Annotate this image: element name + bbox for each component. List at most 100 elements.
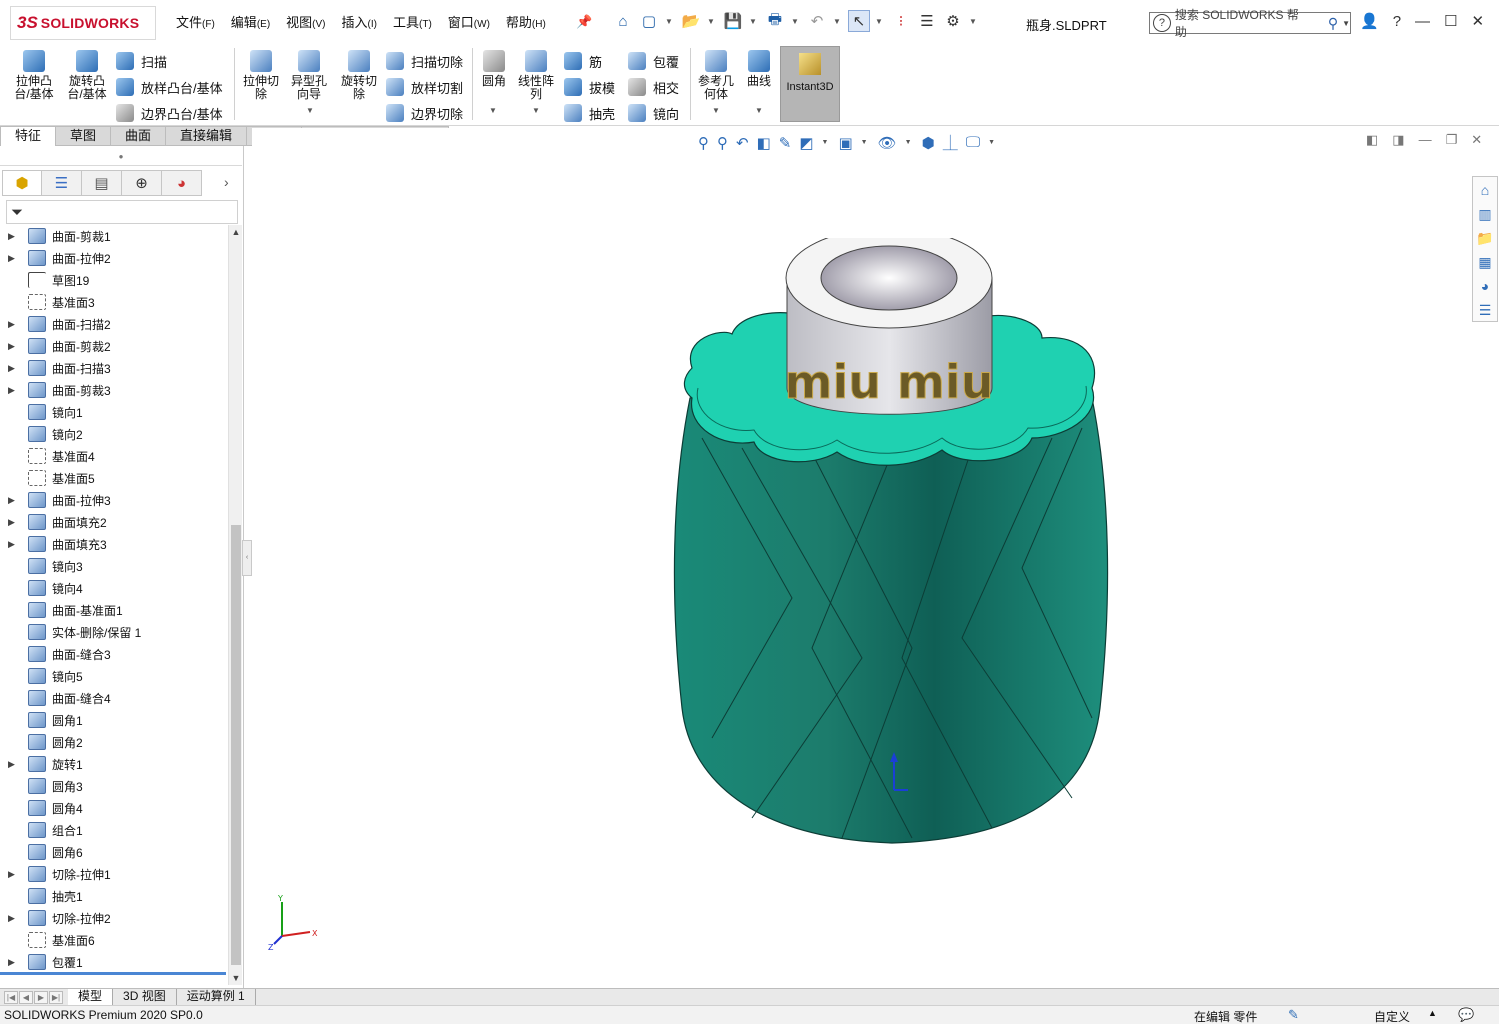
tree-item[interactable]: 基准面3	[0, 291, 228, 313]
tree-item[interactable]: 镜向3	[0, 555, 228, 577]
chevron-down-icon[interactable]: ▼	[905, 139, 912, 146]
expand-arrow-icon[interactable]: ▶	[8, 869, 18, 880]
chevron-down-icon[interactable]: ▼	[988, 139, 995, 146]
close-icon[interactable]: ✕	[1471, 12, 1484, 30]
chevron-down-icon[interactable]: ▼	[790, 10, 800, 32]
tree-item[interactable]: 曲面-缝合3	[0, 643, 228, 665]
menu-item[interactable]: 视图(V)	[286, 12, 325, 31]
tab-3[interactable]: 直接编辑	[166, 126, 248, 146]
tree-item[interactable]: 圆角2	[0, 731, 228, 753]
edit-appearance-icon[interactable]: ⬢	[922, 134, 935, 152]
draft-button[interactable]: 拔模	[564, 74, 615, 100]
tree-item[interactable]: 基准面6	[0, 929, 228, 951]
panel-splitter[interactable]: ‹	[242, 540, 252, 576]
expand-arrow-icon[interactable]: ▶	[8, 495, 18, 506]
tree-item[interactable]: 圆角3	[0, 775, 228, 797]
select-pointer-icon[interactable]: ↖	[848, 10, 870, 32]
tree-item[interactable]: 镜向4	[0, 577, 228, 599]
sweep-cut-button[interactable]: 扫描切除	[386, 48, 463, 74]
instant3d-button[interactable]: Instant3D	[780, 46, 840, 122]
chevron-down-icon[interactable]: ▼	[532, 106, 540, 115]
expand-arrow-icon[interactable]: ▶	[8, 539, 18, 550]
expand-arrow-icon[interactable]: ▶	[8, 759, 18, 770]
chevron-down-icon[interactable]: ▼	[755, 106, 763, 115]
bottom-tab-0[interactable]: 模型	[68, 989, 114, 1005]
expand-arrow-icon[interactable]: ▶	[8, 913, 18, 924]
minimize-icon[interactable]: —	[1419, 132, 1432, 148]
menu-item[interactable]: 帮助(H)	[506, 12, 546, 31]
tree-item[interactable]: 组合1	[0, 819, 228, 841]
scroll-thumb[interactable]	[231, 525, 241, 965]
rebuild-traffic-light-icon[interactable]: ⁝	[890, 10, 912, 32]
property-manager-tab[interactable]: ☰	[42, 170, 82, 196]
menu-item[interactable]: 窗口(W)	[448, 12, 490, 31]
scroll-down-icon[interactable]: ▼	[229, 973, 243, 983]
chevron-down-icon[interactable]: ▼	[1342, 19, 1350, 28]
tree-scrollbar[interactable]: ▲ ▼	[228, 225, 242, 985]
file-properties-icon[interactable]: ☰	[916, 10, 938, 32]
tree-filter-input[interactable]: ⏷	[6, 200, 238, 224]
sweep-button[interactable]: 扫描	[116, 48, 223, 74]
curves-button[interactable]: 曲线	[742, 50, 776, 88]
solidworks-logo[interactable]: 3S SOLIDWORKS	[10, 6, 156, 40]
expand-arrow-icon[interactable]: ▶	[8, 319, 18, 330]
tree-item[interactable]: 基准面4	[0, 445, 228, 467]
bottle-model[interactable]: miu miu	[662, 238, 1122, 878]
fillet-button[interactable]: 圆角	[476, 50, 512, 88]
tree-item[interactable]: 圆角1	[0, 709, 228, 731]
help-icon[interactable]: ?	[1393, 13, 1401, 30]
chevron-down-icon[interactable]: ▼	[664, 10, 674, 32]
chevron-down-icon[interactable]: ▼	[748, 10, 758, 32]
chevron-down-icon[interactable]: ▼	[874, 10, 884, 32]
hole-wizard-button[interactable]: 异型孔向导	[286, 50, 332, 101]
tree-item[interactable]: ▶ 曲面-扫描2	[0, 313, 228, 335]
menu-item[interactable]: 文件(F)	[176, 12, 215, 31]
tree-item[interactable]: ▶ 旋转1	[0, 753, 228, 775]
expand-arrow-icon[interactable]: ▶	[8, 517, 18, 528]
tree-item[interactable]: 圆角4	[0, 797, 228, 819]
maximize-icon[interactable]: ☐	[1444, 12, 1457, 30]
file-explorer-icon[interactable]: 📁	[1474, 227, 1496, 249]
feature-manager-tab[interactable]: ⬢	[2, 170, 42, 196]
bottom-tab-1[interactable]: 3D 视图	[113, 989, 177, 1005]
tree-item[interactable]: ▶ 曲面-剪裁3	[0, 379, 228, 401]
hide-show-items-icon[interactable]: 👁	[878, 134, 897, 152]
chevron-down-icon[interactable]: ▼	[832, 10, 842, 32]
undo-icon[interactable]: ↶	[806, 10, 828, 32]
expand-arrow-icon[interactable]: ▶	[8, 363, 18, 374]
extrude-boss-button[interactable]: 拉伸凸台/基体	[10, 50, 58, 101]
chevron-right-icon[interactable]: ›	[224, 174, 229, 190]
restore-icon[interactable]: ❐	[1446, 132, 1458, 148]
user-icon[interactable]: 👤	[1360, 12, 1379, 30]
graphics-area[interactable]: ⚲ ⚲ ↶ ◧ ✎ ◩ ▼ ▣ ▼ 👁 ▼ ⬢ ⏊ 🖵 ▼ ◧ ◨ — ❐ ✕ …	[252, 128, 1499, 990]
new-document-icon[interactable]: ▢	[638, 10, 660, 32]
display-style-icon[interactable]: ▣	[838, 134, 852, 152]
first-tab-icon[interactable]: |◀	[4, 990, 18, 1004]
intersect-button[interactable]: 相交	[628, 74, 679, 100]
boundary-boss-button[interactable]: 边界凸台/基体	[116, 100, 223, 126]
apply-scene-icon[interactable]: ⏊	[943, 132, 958, 153]
tree-item[interactable]: 草图19	[0, 269, 228, 291]
configuration-manager-tab[interactable]: ▤	[82, 170, 122, 196]
search-icon[interactable]: ⚲	[1328, 15, 1338, 32]
solidworks-resources-icon[interactable]: ⌂	[1474, 179, 1496, 201]
last-tab-icon[interactable]: ▶|	[49, 990, 63, 1004]
tree-item[interactable]: 镜向1	[0, 401, 228, 423]
reference-geometry-button[interactable]: 参考几何体	[694, 50, 738, 101]
save-icon[interactable]: 💾	[722, 10, 744, 32]
tab-0[interactable]: 特征	[0, 126, 57, 146]
tree-item[interactable]: ▶ 曲面-剪裁1	[0, 225, 228, 247]
view-settings-icon[interactable]: 🖵	[966, 134, 980, 151]
expand-arrow-icon[interactable]: ▶	[8, 385, 18, 396]
expand-arrow-icon[interactable]: ▶	[8, 231, 18, 242]
dynamic-annotation-icon[interactable]: ✎	[779, 134, 792, 152]
menu-item[interactable]: 插入(I)	[342, 12, 377, 31]
tree-item[interactable]: 镜向2	[0, 423, 228, 445]
mirror-button[interactable]: 镜向	[628, 100, 679, 126]
tree-item[interactable]: ▶ 曲面-拉伸3	[0, 489, 228, 511]
chevron-down-icon[interactable]: ▼	[712, 106, 720, 115]
menu-item[interactable]: 编辑(E)	[231, 12, 270, 31]
bottom-tab-2[interactable]: 运动算例 1	[177, 989, 256, 1005]
tree-item[interactable]: 曲面-缝合4	[0, 687, 228, 709]
scroll-up-icon[interactable]: ▲	[229, 227, 243, 237]
